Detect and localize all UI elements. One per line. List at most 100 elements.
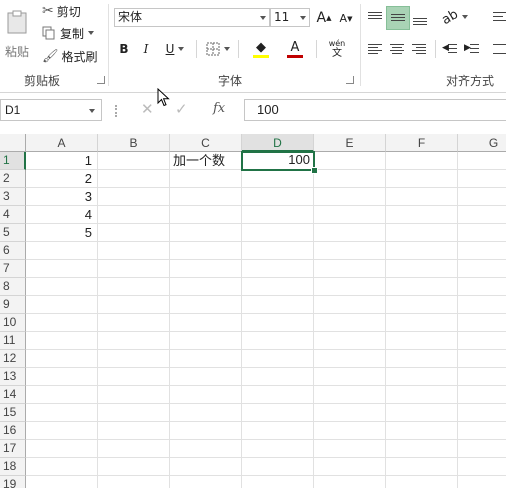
empty-cell[interactable] [314, 368, 386, 386]
empty-cell[interactable] [458, 278, 506, 296]
empty-cell[interactable] [386, 242, 458, 260]
empty-cell[interactable] [314, 188, 386, 206]
empty-cell[interactable] [98, 224, 170, 242]
empty-cell[interactable] [26, 458, 98, 476]
empty-cell[interactable] [26, 296, 98, 314]
empty-cell[interactable] [458, 476, 506, 488]
cell-A5[interactable]: 5 [26, 224, 98, 242]
empty-cell[interactable] [386, 422, 458, 440]
empty-cell[interactable] [314, 404, 386, 422]
empty-cell[interactable] [386, 386, 458, 404]
empty-cell[interactable] [170, 278, 242, 296]
empty-cell[interactable] [314, 152, 386, 170]
empty-cell[interactable] [458, 224, 506, 242]
empty-cell[interactable] [458, 386, 506, 404]
empty-cell[interactable] [314, 332, 386, 350]
column-header-A[interactable]: A [26, 134, 98, 152]
insert-function-icon[interactable]: fx [213, 101, 225, 116]
empty-cell[interactable] [386, 458, 458, 476]
empty-cell[interactable] [98, 458, 170, 476]
empty-cell[interactable] [386, 368, 458, 386]
row-header-16[interactable]: 16 [0, 422, 26, 440]
increase-indent-icon[interactable]: ▶ [464, 42, 480, 56]
formula-input[interactable]: 100 [244, 99, 506, 121]
empty-cell[interactable] [386, 350, 458, 368]
empty-cell[interactable] [26, 314, 98, 332]
align-right-icon[interactable] [411, 42, 427, 56]
empty-cell[interactable] [242, 188, 314, 206]
font-name-select[interactable]: 宋体 [114, 8, 270, 27]
empty-cell[interactable] [170, 386, 242, 404]
empty-cell[interactable] [98, 206, 170, 224]
empty-cell[interactable] [170, 296, 242, 314]
row-header-8[interactable]: 8 [0, 278, 26, 296]
empty-cell[interactable] [242, 440, 314, 458]
phonetic-guide-button[interactable]: wén 文 [322, 38, 352, 60]
empty-cell[interactable] [386, 314, 458, 332]
empty-cell[interactable] [98, 188, 170, 206]
row-header-7[interactable]: 7 [0, 260, 26, 278]
empty-cell[interactable] [170, 350, 242, 368]
orientation-button[interactable]: ab [439, 6, 470, 28]
cell-A2[interactable]: 2 [26, 170, 98, 188]
align-center-icon[interactable] [389, 42, 405, 56]
empty-cell[interactable] [242, 386, 314, 404]
name-box[interactable]: D1 [0, 99, 102, 121]
empty-cell[interactable] [314, 422, 386, 440]
empty-cell[interactable] [98, 170, 170, 188]
empty-cell[interactable] [314, 170, 386, 188]
top-align-icon[interactable] [367, 10, 383, 24]
empty-cell[interactable] [26, 350, 98, 368]
empty-cell[interactable] [170, 188, 242, 206]
shrink-font-button[interactable]: A ▼ [338, 10, 354, 27]
empty-cell[interactable] [170, 368, 242, 386]
empty-cell[interactable] [26, 476, 98, 488]
empty-cell[interactable] [314, 386, 386, 404]
row-header-13[interactable]: 13 [0, 368, 26, 386]
empty-cell[interactable] [386, 404, 458, 422]
empty-cell[interactable] [386, 476, 458, 488]
underline-button[interactable]: U [160, 40, 190, 58]
empty-cell[interactable] [458, 188, 506, 206]
empty-cell[interactable] [314, 260, 386, 278]
cell-A4[interactable]: 4 [26, 206, 98, 224]
empty-cell[interactable] [314, 224, 386, 242]
empty-cell[interactable] [386, 188, 458, 206]
empty-cell[interactable] [26, 332, 98, 350]
empty-cell[interactable] [170, 458, 242, 476]
bottom-align-icon[interactable] [412, 12, 428, 26]
empty-cell[interactable] [242, 332, 314, 350]
empty-cell[interactable] [242, 296, 314, 314]
row-header-3[interactable]: 3 [0, 188, 26, 206]
empty-cell[interactable] [26, 368, 98, 386]
empty-cell[interactable] [26, 260, 98, 278]
empty-cell[interactable] [458, 422, 506, 440]
empty-cell[interactable] [242, 224, 314, 242]
empty-cell[interactable] [242, 476, 314, 488]
empty-cell[interactable] [242, 404, 314, 422]
empty-cell[interactable] [386, 296, 458, 314]
row-header-19[interactable]: 19 [0, 476, 26, 488]
empty-cell[interactable] [98, 440, 170, 458]
empty-cell[interactable] [314, 350, 386, 368]
empty-cell[interactable] [98, 404, 170, 422]
empty-cell[interactable] [26, 422, 98, 440]
empty-cell[interactable] [458, 152, 506, 170]
row-header-9[interactable]: 9 [0, 296, 26, 314]
row-header-2[interactable]: 2 [0, 170, 26, 188]
copy-button[interactable]: 复制 [42, 24, 95, 42]
empty-cell[interactable] [98, 350, 170, 368]
empty-cell[interactable] [98, 260, 170, 278]
row-header-11[interactable]: 11 [0, 332, 26, 350]
chevron-down-icon[interactable] [89, 109, 95, 113]
empty-cell[interactable] [98, 152, 170, 170]
empty-cell[interactable] [170, 332, 242, 350]
empty-cell[interactable] [314, 440, 386, 458]
empty-cell[interactable] [314, 278, 386, 296]
empty-cell[interactable] [386, 440, 458, 458]
cell-A3[interactable]: 3 [26, 188, 98, 206]
clipboard-launcher-icon[interactable] [97, 76, 105, 84]
column-header-F[interactable]: F [386, 134, 458, 152]
row-header-18[interactable]: 18 [0, 458, 26, 476]
fill-handle[interactable] [311, 167, 318, 174]
